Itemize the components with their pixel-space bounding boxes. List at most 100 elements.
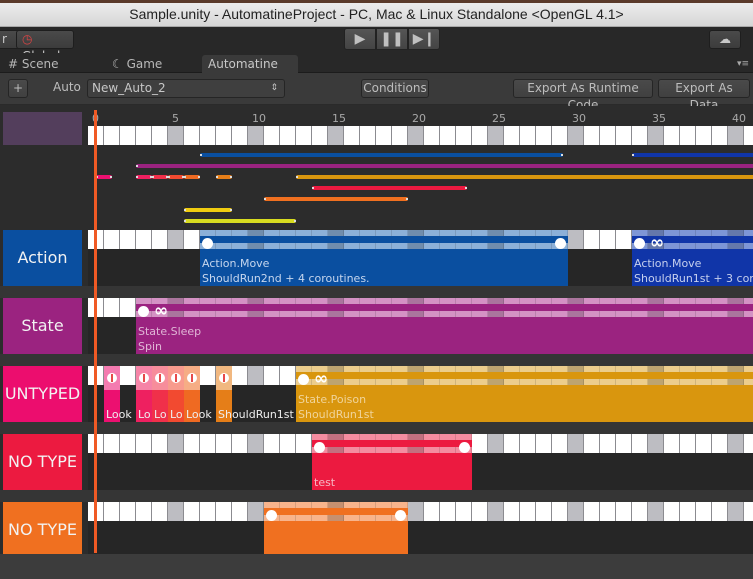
frame-cells[interactable] [88,126,753,145]
frame-cell[interactable] [216,126,232,145]
timer-end-handle[interactable] [459,442,470,453]
frame-cell[interactable] [744,434,753,453]
frame-cell[interactable] [568,126,584,145]
frame-cell[interactable] [552,502,568,521]
frame-cell[interactable] [120,230,136,249]
frame-cell[interactable] [104,502,120,521]
frame-cell[interactable] [248,126,264,145]
mini-timer[interactable]: Look [184,366,212,422]
track-label[interactable]: NO TYPE [3,502,82,558]
frame-cell[interactable] [216,502,232,521]
play-button[interactable]: ▶ [344,28,376,50]
frame-cell[interactable] [632,126,648,145]
frame-cell[interactable] [616,502,632,521]
frame-cell[interactable] [728,126,744,145]
tab-automatine[interactable]: Automatine [202,55,298,73]
frame-cell[interactable] [664,502,680,521]
frame-cell[interactable] [744,126,753,145]
frame-cell[interactable] [232,434,248,453]
frame-cell[interactable] [200,126,216,145]
frame-cells[interactable] [88,502,753,521]
frame-cell[interactable] [568,230,584,249]
frame-cell[interactable] [728,502,744,521]
frame-cell[interactable] [568,434,584,453]
timer-block[interactable]: ∞ State.Poison ShouldRun1st [296,366,753,422]
mini-timer[interactable]: Lo [168,366,184,422]
frame-cell[interactable] [616,126,632,145]
frame-cell[interactable] [520,126,536,145]
frame-cell[interactable] [472,126,488,145]
frame-cell[interactable] [184,502,200,521]
frame-cell[interactable] [616,230,632,249]
cloud-button[interactable]: ☁ [709,30,741,49]
frame-cell[interactable] [520,502,536,521]
frame-cell[interactable] [600,434,616,453]
frame-cell[interactable] [232,126,248,145]
frame-cell[interactable] [696,126,712,145]
frame-cell[interactable] [440,502,456,521]
frame-cell[interactable] [104,126,120,145]
frame-cell[interactable] [648,502,664,521]
pause-button[interactable]: ❚❚ [376,28,408,50]
frame-cell[interactable] [264,366,280,385]
frame-cell[interactable] [216,434,232,453]
frame-cell[interactable] [680,434,696,453]
timer-start-handle[interactable] [202,238,213,249]
frame-cell[interactable] [536,502,552,521]
frame-cell[interactable] [488,126,504,145]
frame-cell[interactable] [712,434,728,453]
frame-cell[interactable] [152,230,168,249]
frame-cell[interactable] [664,434,680,453]
step-button[interactable]: ▶❙ [408,28,440,50]
frame-cell[interactable] [600,230,616,249]
frame-cell[interactable] [168,502,184,521]
frame-cell[interactable] [328,126,344,145]
frame-cell[interactable] [168,434,184,453]
frame-cell[interactable] [584,230,600,249]
frame-cell[interactable] [520,434,536,453]
frame-cell[interactable] [232,502,248,521]
frame-cell[interactable] [488,502,504,521]
frame-cell[interactable] [408,126,424,145]
frame-cell[interactable] [136,126,152,145]
frame-cell[interactable] [248,366,264,385]
frame-cell[interactable] [696,434,712,453]
frame-cell[interactable] [120,366,136,385]
frame-cell[interactable] [184,230,200,249]
auto-select[interactable]: New_Auto_2 ⇕ [87,79,285,98]
frame-cell[interactable] [584,502,600,521]
frame-cell[interactable] [696,502,712,521]
frame-cell[interactable] [248,502,264,521]
frame-cell[interactable] [200,366,216,385]
frame-cell[interactable] [120,434,136,453]
frame-cell[interactable] [120,298,136,317]
frame-cell[interactable] [456,126,472,145]
frame-cell[interactable] [712,126,728,145]
frame-cell[interactable] [456,502,472,521]
frame-cell[interactable] [584,434,600,453]
timer-block[interactable]: Action.Move ShouldRun2nd + 4 coroutines. [200,230,568,286]
frame-cell[interactable] [552,434,568,453]
frame-cell[interactable] [104,434,120,453]
timer-start-handle[interactable] [266,510,277,521]
frame-cell[interactable] [728,434,744,453]
frame-cell[interactable] [360,126,376,145]
frame-cell[interactable] [168,230,184,249]
frame-cell[interactable] [152,434,168,453]
tab-scene[interactable]: # Scene [8,55,58,73]
frame-cell[interactable] [152,502,168,521]
frame-cell[interactable] [200,502,216,521]
export-data-button[interactable]: Export As Data [658,79,750,112]
frame-cell[interactable] [248,434,264,453]
frame-cell[interactable] [600,502,616,521]
frame-cell[interactable] [472,502,488,521]
frame-cell[interactable] [440,126,456,145]
frame-cell[interactable] [136,230,152,249]
frame-cell[interactable] [264,434,280,453]
frame-cell[interactable] [648,126,664,145]
timer-end-handle[interactable] [555,238,566,249]
frame-cell[interactable] [280,434,296,453]
frame-cell[interactable] [136,434,152,453]
timer-start-handle[interactable] [314,442,325,453]
frame-cell[interactable] [584,126,600,145]
